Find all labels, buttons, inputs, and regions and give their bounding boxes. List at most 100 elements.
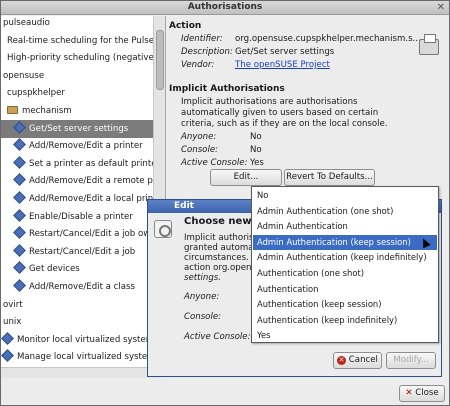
close-button[interactable]: ✕ Close — [399, 385, 445, 402]
tree-item[interactable]: Monitor local virtualized systen — [1, 331, 153, 349]
edit-dialog-title: Edit — [174, 201, 194, 211]
dropdown-option[interactable]: Authentication (keep indefinitely) — [253, 313, 437, 329]
action-icon — [13, 155, 26, 169]
cancel-button[interactable]: ✕ Cancel — [333, 352, 382, 369]
dropdown-option[interactable]: Admin Authentication (keep indefinitely) — [253, 250, 437, 266]
action-icon — [13, 208, 26, 222]
window-titlebar[interactable]: Authorisations ✕ — [1, 1, 449, 15]
dropdown-option[interactable]: Authentication (keep session) — [253, 297, 437, 313]
edit-dialog-text-line4: action org.opens — [184, 263, 256, 273]
edit-dialog-text-line2: granted automati — [184, 243, 260, 253]
tree-item[interactable]: opensuse — [1, 67, 153, 85]
tree-item[interactable]: Manage local virtualized syster — [1, 348, 153, 366]
console-value: No — [250, 145, 262, 155]
printer-icon — [419, 34, 439, 55]
tree-item[interactable]: Restart/Cancel/Edit a job ow — [1, 225, 153, 243]
dropdown-option[interactable]: Admin Authentication — [253, 219, 437, 235]
vendor-link[interactable]: The openSUSE Project — [235, 60, 330, 70]
action-heading: Action — [169, 21, 202, 31]
active-console-label: Active Console: — [181, 158, 248, 168]
tree-scrollbar-thumb[interactable] — [156, 30, 164, 90]
implicit-desc-line2: automatically given to users based on ce… — [181, 108, 379, 118]
console-label: Console: — [181, 145, 219, 155]
description-label: Description: — [181, 47, 233, 57]
action-icon — [1, 349, 14, 363]
dropdown-option[interactable]: No — [253, 188, 437, 204]
tree-item-label: cupspkhelper — [7, 88, 65, 99]
tree-item-label: Real-time scheduling for the PulseA — [7, 35, 153, 46]
dropdown-option[interactable]: Authentication (one shot) — [253, 266, 437, 282]
action-icon — [13, 279, 26, 292]
tree-item[interactable]: High-priority scheduling (negative — [1, 49, 153, 67]
window-title: Authorisations — [187, 2, 263, 12]
close-button-label: Close — [415, 388, 439, 398]
tree-item[interactable]: pulseaudio — [1, 16, 153, 32]
cancel-icon: ✕ — [337, 356, 347, 365]
tree-item-label: Get/Set server settings — [29, 123, 129, 134]
authorisation-icon — [154, 220, 172, 238]
edit-dialog-heading: Choose new — [184, 216, 252, 227]
action-icon — [13, 261, 26, 275]
tree-item[interactable]: Add/Remove/Edit a remote pri — [1, 172, 153, 190]
edit-console-label: Console: — [184, 312, 222, 322]
tree-item-label: ovirt — [3, 299, 23, 310]
tree-item[interactable]: Add/Remove/Edit a class — [1, 278, 153, 296]
tree-item[interactable]: Set a printer as default printe — [1, 155, 153, 173]
tree-item-label: unix — [3, 317, 22, 328]
tree-item[interactable]: Get/Set server settings — [1, 119, 153, 138]
dropdown-option[interactable]: Yes — [253, 328, 437, 344]
tree-item-label: Manage local virtualized syster — [17, 352, 151, 363]
action-icon — [13, 191, 26, 204]
modify-button[interactable]: Modify... — [386, 352, 436, 369]
actions-tree[interactable]: pulseaudio Real-time scheduling for the P… — [1, 16, 166, 367]
tree-item-label: Get devices — [29, 264, 80, 275]
tree-item[interactable]: Add/Remove/Edit a local print — [1, 190, 153, 208]
implicit-desc-line1: Implicit authorisations are authorisatio… — [181, 97, 358, 107]
action-icon — [13, 138, 26, 152]
tree-item-label: Set a printer as default printe — [29, 158, 153, 169]
edit-dialog-text-line3: circumstances. C — [184, 253, 258, 263]
description-value: Get/Set server settings — [235, 47, 335, 57]
authorisation-options-dropdown[interactable]: No Admin Authentication (one shot) Admin A… — [251, 186, 439, 343]
close-icon: ✕ — [405, 388, 413, 398]
window-close-icon[interactable]: ✕ — [437, 2, 445, 13]
edit-active-console-label: Active Console: — [184, 332, 251, 342]
tree-item[interactable]: cupspkhelper — [1, 84, 153, 102]
folder-icon — [7, 106, 18, 114]
anyone-value: No — [250, 132, 262, 142]
dropdown-option[interactable]: Admin Authentication (one shot) — [253, 204, 437, 220]
tree-item-label: Enable/Disable a printer — [29, 211, 133, 222]
action-icon — [13, 226, 26, 240]
identifier-label: Identifier: — [181, 34, 223, 44]
tree-item-label: mechanism — [22, 106, 72, 116]
tree-item-label: High-priority scheduling (negative — [7, 53, 153, 64]
tree-item[interactable]: mechanism — [1, 102, 153, 120]
dropdown-option[interactable]: Admin Authentication (keep session) — [253, 234, 437, 251]
tree-item[interactable]: Enable/Disable a printer — [1, 208, 153, 226]
tree-item[interactable]: Add/Remove/Edit a printer — [1, 137, 153, 155]
tree-item-label: Add/Remove/Edit a printer — [29, 141, 143, 152]
edit-button[interactable]: Edit... — [210, 169, 282, 186]
tree-item-label: Monitor local virtualized systen — [17, 334, 152, 345]
active-console-value: Yes — [250, 158, 264, 168]
revert-to-defaults-button[interactable]: Revert To Defaults... — [284, 169, 375, 186]
anyone-label: Anyone: — [181, 132, 217, 142]
vendor-label: Vendor: — [181, 60, 215, 70]
tree-item[interactable]: unix — [1, 313, 153, 331]
tree-item-label: Add/Remove/Edit a local print — [29, 194, 153, 204]
tree-item-label: Restart/Cancel/Edit a job — [29, 246, 136, 257]
tree-item-label: Add/Remove/Edit a remote pri — [29, 176, 153, 187]
tree-item[interactable]: Real-time scheduling for the PulseA — [1, 32, 153, 50]
tree-item[interactable]: ovirt — [1, 296, 153, 314]
action-icon — [13, 120, 26, 134]
tree-item[interactable]: Get devices — [1, 260, 153, 278]
tree-item[interactable]: Restart/Cancel/Edit a job — [1, 243, 153, 261]
action-icon — [13, 243, 26, 257]
edit-anyone-label: Anyone: — [184, 292, 220, 302]
tree-item-label: pulseaudio — [3, 18, 50, 28]
identifier-value: org.opensuse.cupspkhelper.mechanism.s... — [235, 34, 421, 44]
tree-item-label: Add/Remove/Edit a class — [29, 282, 136, 292]
dropdown-option[interactable]: Authentication — [253, 282, 437, 298]
implicit-heading: Implicit Authorisations — [169, 84, 285, 94]
tree-horizontal-scrollbar[interactable] — [1, 367, 166, 378]
